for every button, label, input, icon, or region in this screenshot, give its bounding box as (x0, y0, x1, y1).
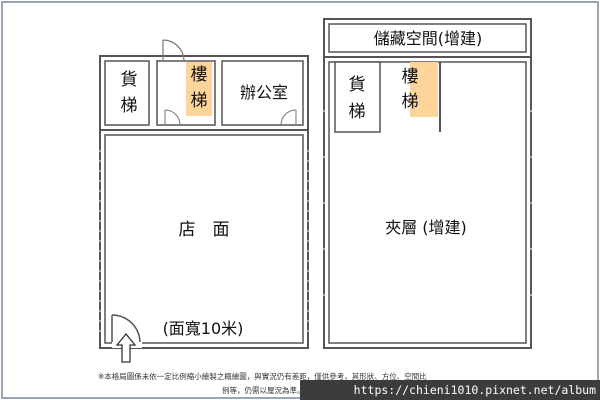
floor-plan-canvas: 貨 梯 樓 梯 辦公室 店 面 (面寬10米) 儲藏空間(增建) 貨 梯 樓 梯… (1, 1, 599, 399)
right-storage-label: 儲藏空間(增建) (374, 29, 483, 48)
right-floor-plan: 儲藏空間(增建) 貨 梯 樓 梯 夾層 (增建) (323, 18, 532, 349)
footnote-line-2: 例等，仍需以屋況為準。 (222, 386, 305, 395)
left-elevator-label-1: 貨 (121, 70, 138, 90)
left-stairs-label-2: 梯 (191, 91, 208, 111)
right-stairs-label-2: 梯 (402, 92, 419, 112)
right-stairs-label-1: 樓 (402, 67, 419, 87)
left-frontage-label: (面寬10米) (163, 319, 244, 338)
left-floor-plan: 貨 梯 樓 梯 辦公室 店 面 (面寬10米) (99, 39, 309, 363)
left-stairs-label-1: 樓 (191, 65, 208, 85)
right-elevator-label-1: 貨 (349, 75, 366, 95)
right-mezzanine-label: 夾層 (增建) (385, 218, 467, 237)
left-elevator-label-2: 梯 (121, 96, 138, 116)
left-office-label: 辦公室 (240, 83, 288, 102)
left-shop-label: 店 面 (179, 220, 230, 240)
right-elevator-label-2: 梯 (349, 102, 366, 122)
watermark-url: https://chieni1010.pixnet.net/album (300, 380, 600, 400)
